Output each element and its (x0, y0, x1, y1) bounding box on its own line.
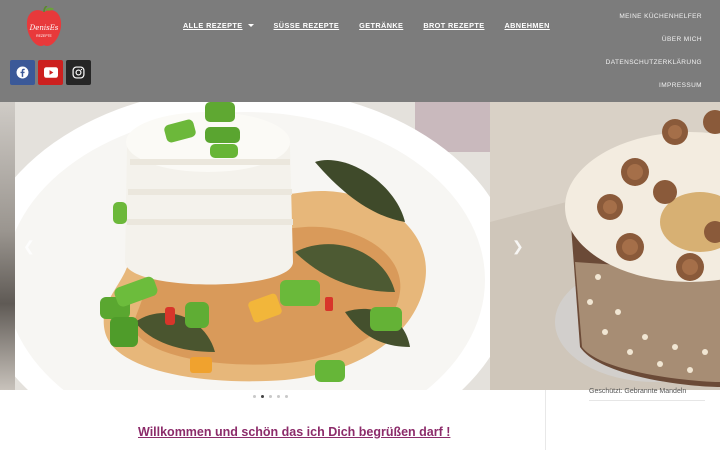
apple-logo-icon: DenisEs REZEPTE (26, 5, 62, 46)
chevron-right-icon[interactable]: ❯ (512, 238, 524, 255)
sidebar-divider (545, 390, 546, 450)
secondary-navigation: MEINE KÜCHENHELFER ÜBER MICH DATENSCHUTZ… (606, 12, 702, 104)
slider-dot[interactable] (277, 395, 280, 398)
slide-rice-dish[interactable] (0, 102, 515, 390)
nav-meine-kuechenhelfer[interactable]: MEINE KÜCHENHELFER (619, 12, 702, 35)
slider-dot[interactable] (269, 395, 272, 398)
rice-dish-image (0, 102, 515, 390)
instagram-icon (72, 66, 85, 79)
nav-impressum[interactable]: IMPRESSUM (659, 81, 702, 104)
slider-dot[interactable] (253, 395, 256, 398)
site-header: DenisEs REZEPTE ALLE REZEPTE SÜSSE REZEP… (0, 0, 720, 102)
nav-alle-rezepte[interactable]: ALLE REZEPTE (183, 21, 254, 30)
facebook-link[interactable] (10, 60, 35, 85)
sidebar-separator (589, 400, 705, 401)
nav-label: ALLE REZEPTE (183, 21, 243, 30)
slide-previous-peek (0, 102, 15, 390)
facebook-icon (16, 66, 29, 79)
instagram-link[interactable] (66, 60, 91, 85)
cake-image (490, 102, 720, 390)
chevron-down-icon (247, 24, 254, 27)
slider-pagination (253, 395, 288, 398)
sidebar-post-link[interactable]: Geschützt: Gebrannte Mandeln (589, 388, 686, 395)
slide-cake[interactable] (490, 102, 720, 390)
nav-getraenke[interactable]: GETRÄNKE (359, 21, 403, 30)
youtube-icon (43, 67, 58, 78)
nav-ueber-mich[interactable]: ÜBER MICH (662, 35, 702, 58)
main-navigation: ALLE REZEPTE SÜSSE REZEPTE GETRÄNKE BROT… (183, 21, 550, 30)
welcome-link[interactable]: Willkommen und schön das ich Dich begrüß… (138, 425, 450, 439)
image-slider[interactable]: ❮ ❯ (0, 102, 720, 390)
nav-suesse-rezepte[interactable]: SÜSSE REZEPTE (274, 21, 340, 30)
svg-text:DenisEs: DenisEs (29, 24, 59, 32)
nav-brot-rezepte[interactable]: BROT REZEPTE (423, 21, 484, 30)
slider-dot[interactable] (285, 395, 288, 398)
nav-datenschutzerklaerung[interactable]: DATENSCHUTZERKLÄRUNG (606, 58, 702, 81)
slider-dot-active[interactable] (261, 395, 264, 398)
youtube-link[interactable] (38, 60, 63, 85)
nav-abnehmen[interactable]: ABNEHMEN (504, 21, 549, 30)
site-logo[interactable]: DenisEs REZEPTE (24, 5, 64, 48)
social-links (10, 60, 91, 85)
chevron-left-icon[interactable]: ❮ (23, 238, 35, 255)
svg-text:REZEPTE: REZEPTE (36, 34, 52, 38)
